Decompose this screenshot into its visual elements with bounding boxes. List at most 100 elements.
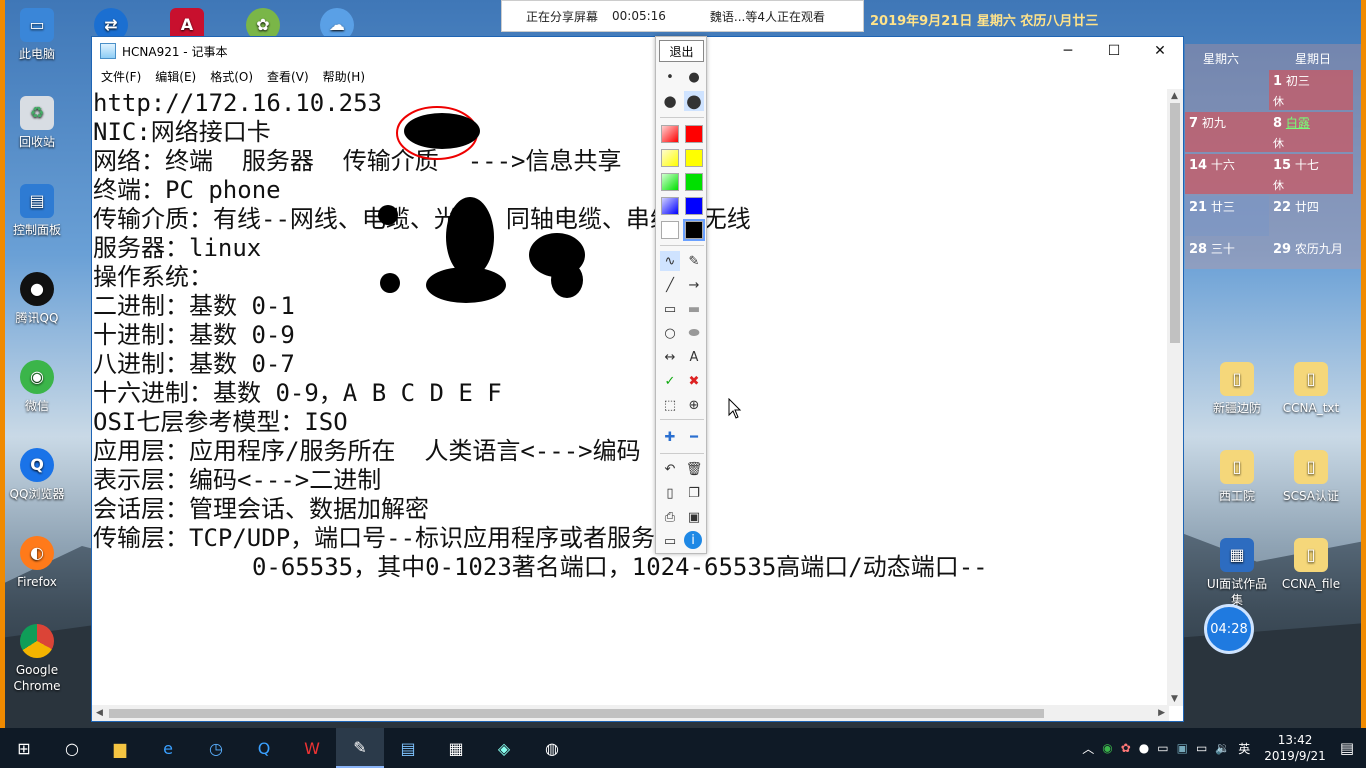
pen-size-small-icon[interactable]: • xyxy=(660,67,680,87)
trash-icon[interactable]: 🗑 xyxy=(684,459,704,479)
wechat-icon: ◉ xyxy=(20,360,54,394)
minus-icon[interactable]: ━ xyxy=(684,427,704,447)
tray-app-icon[interactable]: ✿ xyxy=(1121,741,1131,755)
text-tool-icon[interactable]: A xyxy=(684,347,704,367)
calendar-day[interactable]: 14 十六 xyxy=(1185,154,1269,194)
arrow-tool-icon[interactable]: → xyxy=(684,275,704,295)
save-icon[interactable]: ▣ xyxy=(684,507,704,527)
crop-select-icon[interactable]: ⬚ xyxy=(660,395,680,415)
color-black[interactable] xyxy=(683,219,705,241)
color-light-yellow[interactable] xyxy=(661,149,679,167)
title-bar[interactable]: HCNA921 - 记事本 ─ ☐ ✕ xyxy=(92,37,1183,65)
ime-indicator[interactable]: 英 xyxy=(1238,740,1250,757)
drawing-app-icon[interactable]: ✎ xyxy=(336,728,384,768)
desktop-icon-ui-portfolio[interactable]: ▦ UI面试作品集 xyxy=(1202,538,1272,608)
desktop-icon-ccna-file[interactable]: ▯ CCNA_file xyxy=(1276,538,1346,592)
network-icon[interactable]: ▭ xyxy=(1157,741,1168,755)
ellipse-tool-icon[interactable]: ○ xyxy=(660,323,680,343)
qq-tray-icon[interactable]: ● xyxy=(1139,741,1149,755)
exit-button[interactable]: 退出 xyxy=(659,40,704,62)
edge-icon[interactable]: e xyxy=(144,728,192,768)
desktop-icon-control-panel[interactable]: ▤ 控制面板 xyxy=(2,184,72,238)
clock[interactable]: 13:42 2019/9/21 xyxy=(1264,732,1326,764)
color-white[interactable] xyxy=(661,221,679,239)
plus-icon[interactable]: ✚ xyxy=(660,427,680,447)
calendar-day[interactable]: 28 三十 xyxy=(1185,238,1269,278)
calendar-day[interactable]: 7 初九 xyxy=(1185,112,1269,152)
desktop-icon-xinjiang[interactable]: ▯ 新疆边防 xyxy=(1202,362,1272,416)
filled-ellipse-icon[interactable]: ⬬ xyxy=(684,323,704,343)
scroll-up-icon[interactable]: ▲ xyxy=(1171,91,1178,101)
pen-size-large-icon[interactable]: ● xyxy=(660,91,680,111)
calendar-day[interactable]: 8 白露休 xyxy=(1269,112,1353,152)
start-button[interactable]: ⊞ xyxy=(0,728,48,768)
color-red[interactable] xyxy=(685,125,703,143)
desktop-icon-wechat[interactable]: ◉ 微信 xyxy=(2,360,72,414)
calendar-day[interactable]: 29 农历九月 xyxy=(1269,238,1353,278)
notification-icon[interactable]: ▤ xyxy=(1340,739,1354,757)
search-icon[interactable]: ○ xyxy=(48,728,96,768)
qq-browser-taskbar-icon[interactable]: Q xyxy=(240,728,288,768)
scroll-left-icon[interactable]: ◀ xyxy=(96,708,103,718)
calendar-day[interactable]: 15 十七休 xyxy=(1269,154,1353,194)
pen-size-medium-icon[interactable]: ● xyxy=(684,67,704,87)
notepad-taskbar-icon[interactable]: ▤ xyxy=(384,728,432,768)
clock-app-icon[interactable]: ◷ xyxy=(192,728,240,768)
undo-icon[interactable]: ↶ xyxy=(660,459,680,479)
info-icon[interactable]: i xyxy=(684,531,702,549)
zoom-in-icon[interactable]: ⊕ xyxy=(684,395,704,415)
scroll-right-icon[interactable]: ▶ xyxy=(1158,708,1165,718)
pen-size-xlarge-icon[interactable]: ● xyxy=(684,91,704,112)
close-button[interactable]: ✕ xyxy=(1137,37,1183,65)
vmware-icon[interactable]: ◍ xyxy=(528,728,576,768)
check-mark-icon[interactable]: ✓ xyxy=(660,371,680,391)
desktop-icon-xigongyuan[interactable]: ▯ 西工院 xyxy=(1202,450,1272,504)
calendar-day[interactable]: 22 廿四 xyxy=(1269,196,1353,236)
calendar-day[interactable]: 1 初三休 xyxy=(1269,70,1353,110)
control-panel-taskbar-icon[interactable]: ▦ xyxy=(432,728,480,768)
wps-icon[interactable]: W xyxy=(288,728,336,768)
screen-icon[interactable]: ▭ xyxy=(660,531,680,551)
desktop-icon-ccna-txt[interactable]: ▯ CCNA_txt xyxy=(1276,362,1346,416)
color-light-green[interactable] xyxy=(661,173,679,191)
new-page-icon[interactable]: ▯ xyxy=(660,483,680,503)
vertical-scrollbar[interactable]: ▲ ▼ xyxy=(1167,89,1183,706)
color-blue[interactable] xyxy=(685,197,703,215)
desktop-icon-this-pc[interactable]: ▭ 此电脑 xyxy=(2,8,72,62)
desktop-icon-recycle-bin[interactable]: ♻ 回收站 xyxy=(2,96,72,150)
desktop-icon-qq-browser[interactable]: Q QQ浏览器 xyxy=(2,448,72,502)
volume-icon[interactable]: 🔉 xyxy=(1215,741,1230,755)
minimize-button[interactable]: ─ xyxy=(1045,37,1091,65)
vm-tray-icon[interactable]: ▣ xyxy=(1177,741,1188,755)
file-explorer-icon[interactable]: ▆ xyxy=(96,728,144,768)
cross-mark-icon[interactable]: ✖ xyxy=(684,371,704,391)
copy-icon[interactable]: ❐ xyxy=(684,483,704,503)
print-icon[interactable]: ⎙ xyxy=(660,507,680,527)
rectangle-tool-icon[interactable]: ▭ xyxy=(660,299,680,319)
calendar-day-today[interactable]: 21 廿三 xyxy=(1185,196,1269,236)
desktop-icon-qq[interactable]: ● 腾讯QQ xyxy=(2,272,72,326)
desktop-icon-firefox[interactable]: ◐ Firefox xyxy=(2,536,72,590)
app-taskbar-icon[interactable]: ◈ xyxy=(480,728,528,768)
color-green[interactable] xyxy=(685,173,703,191)
scroll-thumb[interactable] xyxy=(109,709,1044,718)
share-frame-left xyxy=(0,0,5,768)
filled-rectangle-icon[interactable]: ▬ xyxy=(684,299,704,319)
color-yellow[interactable] xyxy=(685,149,703,167)
wechat-tray-icon[interactable]: ◉ xyxy=(1102,741,1112,755)
maximize-button[interactable]: ☐ xyxy=(1091,37,1137,65)
line-tool-icon[interactable]: ╱ xyxy=(660,275,680,295)
scroll-thumb[interactable] xyxy=(1170,103,1180,343)
double-arrow-icon[interactable]: ↔ xyxy=(660,347,680,367)
battery-icon[interactable]: ▭ xyxy=(1196,741,1207,755)
desktop-icon-scsa[interactable]: ▯ SCSA认证 xyxy=(1276,450,1346,504)
scroll-down-icon[interactable]: ▼ xyxy=(1171,694,1178,704)
eraser-icon[interactable]: ✎ xyxy=(684,251,704,271)
horizontal-scrollbar[interactable]: ◀ ▶ xyxy=(92,705,1169,721)
color-light-blue[interactable] xyxy=(661,197,679,215)
color-light-red[interactable] xyxy=(661,125,679,143)
timer-widget[interactable]: 04:28 xyxy=(1204,604,1254,654)
desktop-icon-chrome[interactable]: Google Chrome xyxy=(2,624,72,694)
tray-expand-icon[interactable]: ︿ xyxy=(1082,740,1094,757)
freehand-pen-icon[interactable]: ∿ xyxy=(660,251,680,271)
